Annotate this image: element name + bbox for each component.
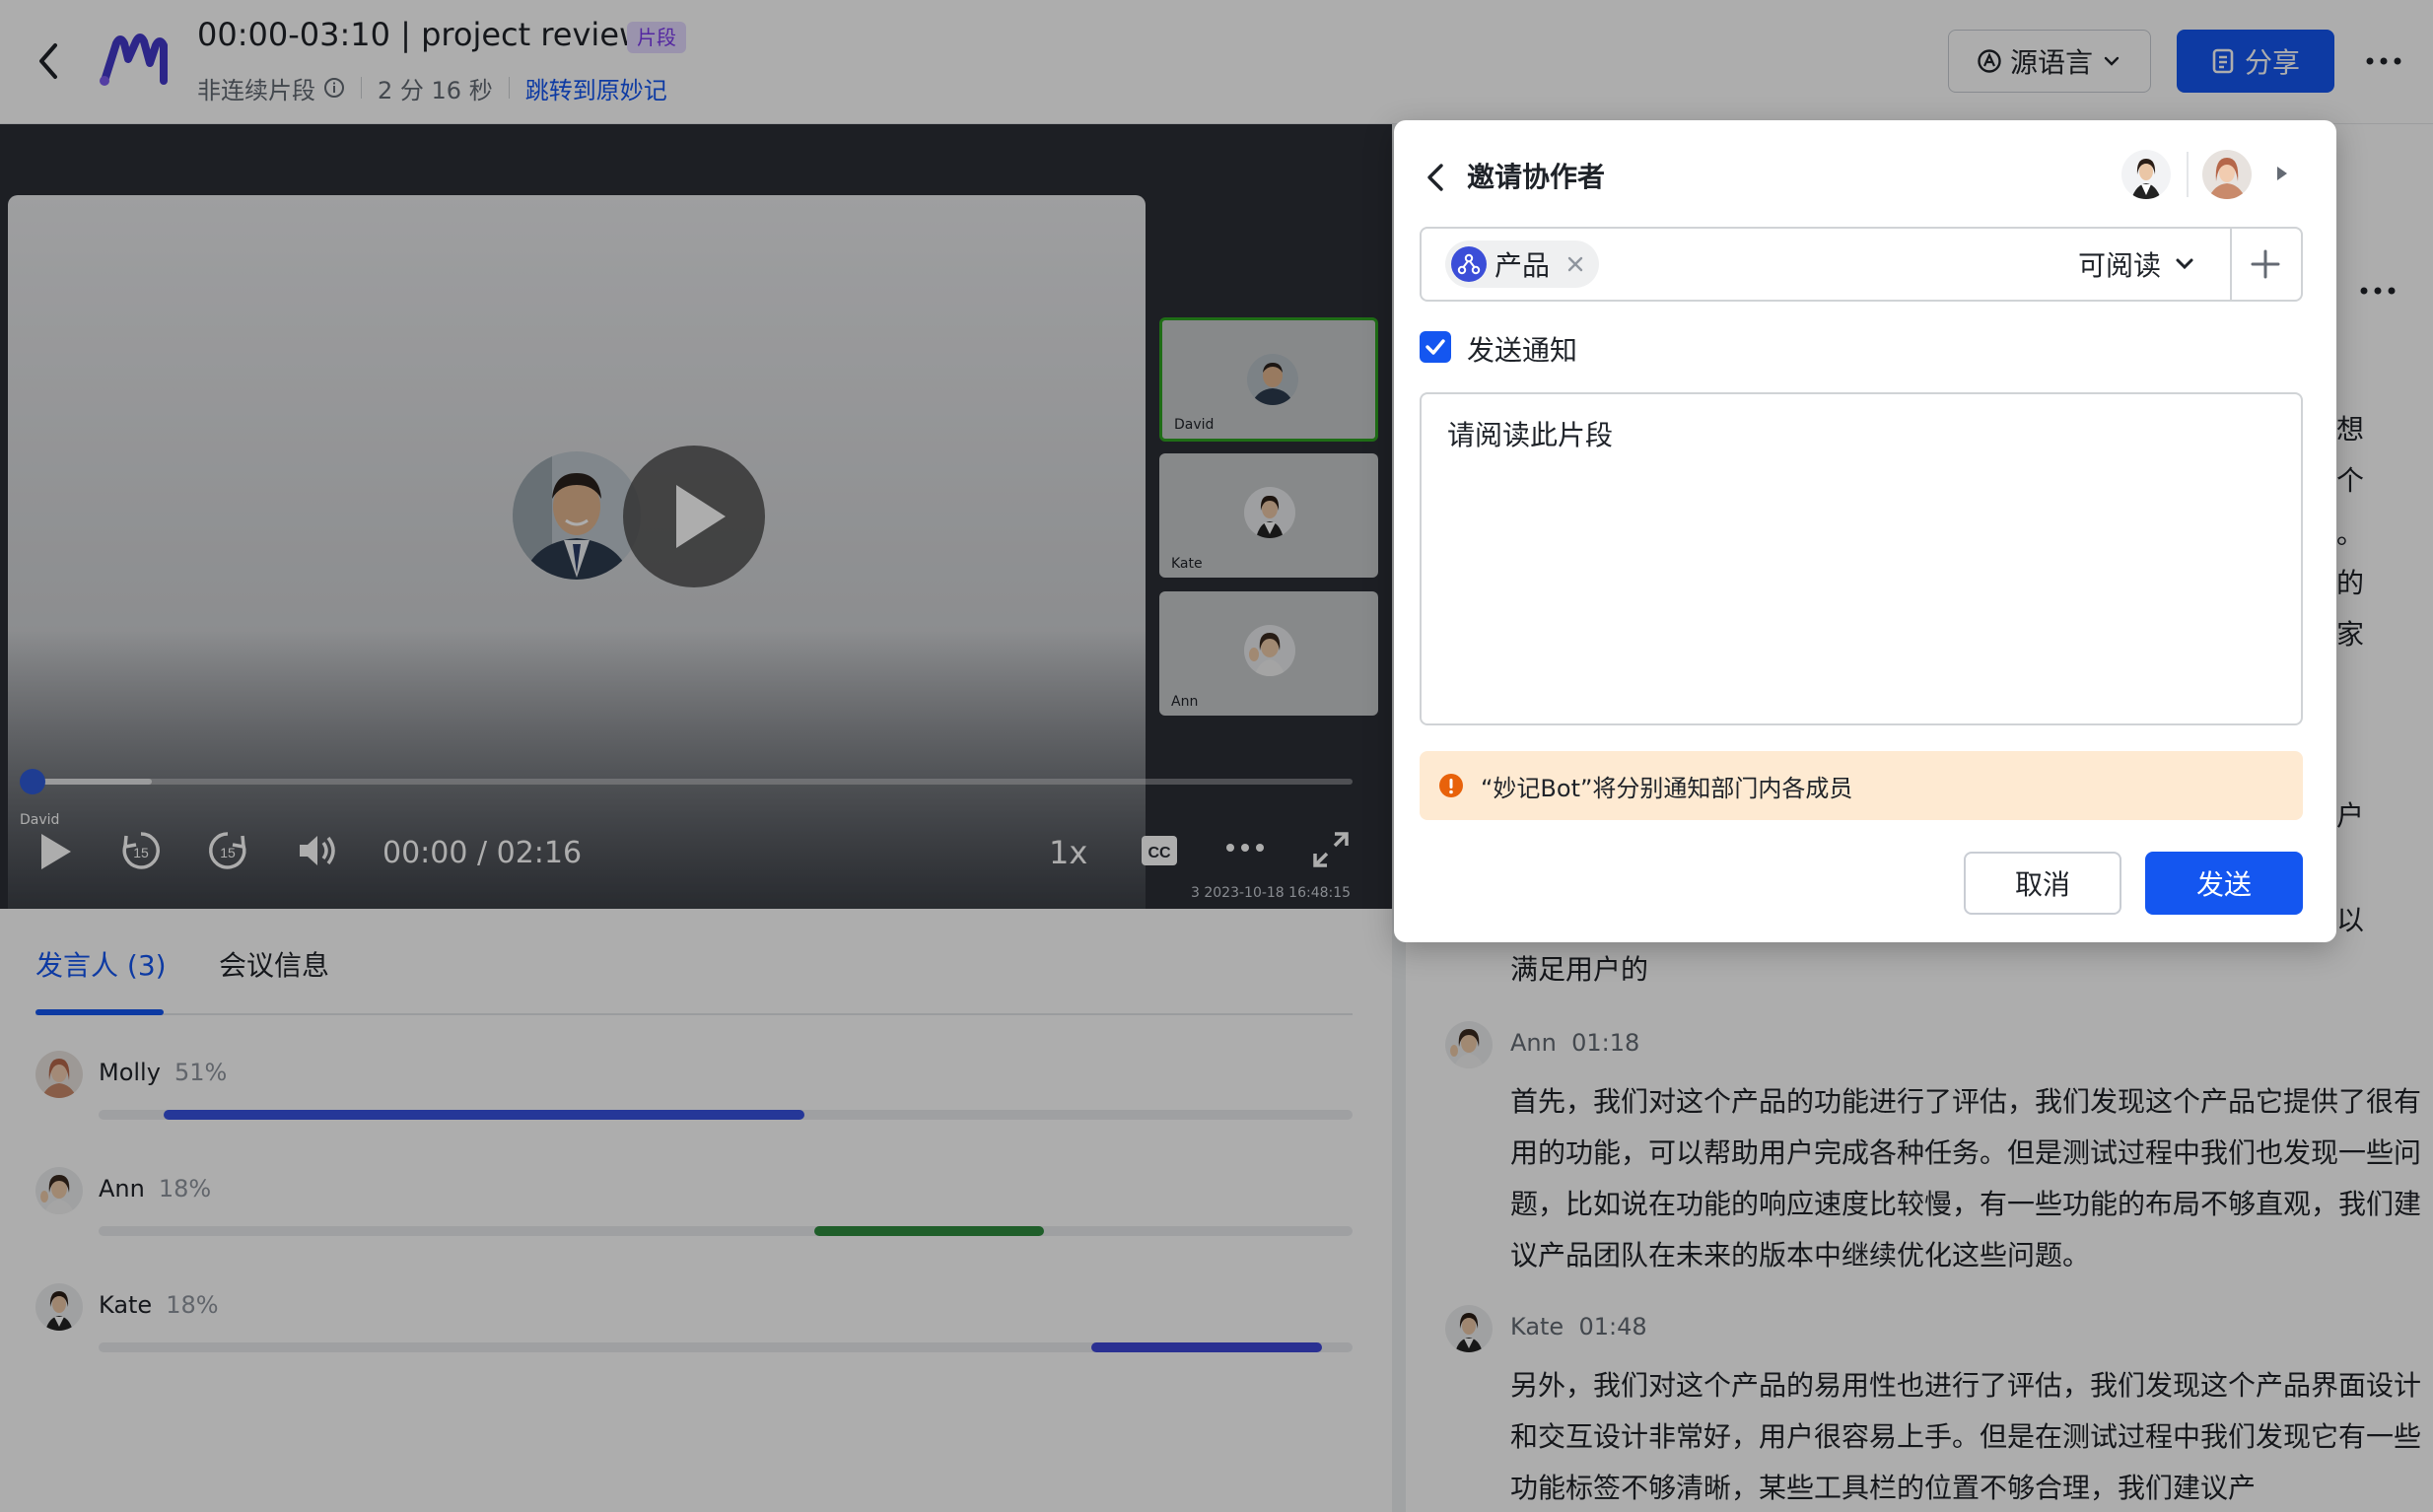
send-button[interactable]: 发送 (2145, 852, 2303, 915)
send-notification-checkbox[interactable] (1420, 331, 1451, 363)
chevron-down-icon (2176, 258, 2193, 270)
dialog-title: 邀请协作者 (1467, 161, 1606, 193)
invitee-chip[interactable]: 产品 (1445, 241, 1600, 288)
department-icon (1451, 246, 1487, 282)
caret-right-icon[interactable] (2271, 164, 2291, 183)
notice-text: “妙记Bot”将分别通知部门内各成员 (1481, 774, 1853, 802)
permission-select[interactable]: 可阅读 (2078, 242, 2196, 286)
divider (2187, 152, 2189, 197)
chip-label: 产品 (1495, 249, 1551, 282)
cancel-button[interactable]: 取消 (1964, 852, 2121, 915)
permission-label: 可阅读 (2078, 249, 2162, 282)
collaborator-avatar[interactable] (2200, 148, 2254, 201)
message-input[interactable]: 请阅读此片段 (1420, 392, 2303, 725)
notice-banner: “妙记Bot”将分别通知部门内各成员 (1420, 751, 2303, 820)
dialog-back-icon[interactable] (1420, 158, 1451, 197)
warning-icon (1437, 772, 1465, 799)
collaborator-avatar[interactable] (2120, 148, 2173, 201)
close-icon[interactable] (1564, 252, 1587, 276)
divider (2230, 229, 2232, 300)
add-icon[interactable] (2246, 244, 2285, 284)
send-notification-label[interactable]: 发送通知 (1467, 329, 1577, 369)
